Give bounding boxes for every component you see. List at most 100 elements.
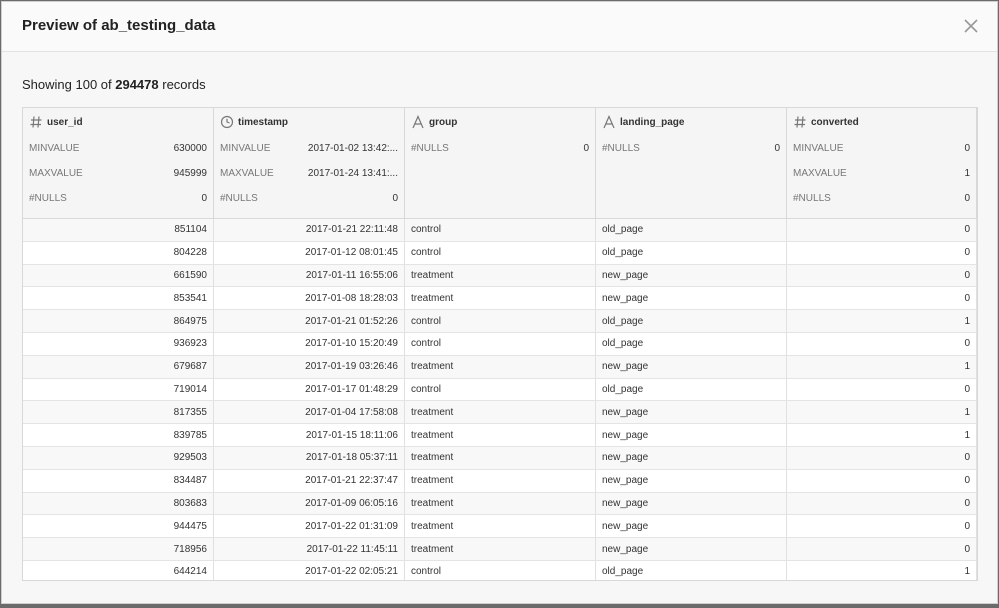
table-cell-landing-page: old_page	[596, 310, 787, 332]
table-cell-user-id: 803683	[23, 492, 214, 515]
stat-value: 2017-01-24 13:41:...	[307, 168, 398, 179]
table-body[interactable]: 851104 2017-01-21 22:11:48 control old_page…	[23, 219, 977, 580]
table-row[interactable]: 944475 2017-01-22 01:31:09 treatment new_pa…	[23, 515, 977, 539]
table-row[interactable]: 936923 2017-01-10 15:20:49 control old_page…	[23, 332, 977, 356]
table-cell-timestamp: 2017-01-19 03:26:46	[214, 355, 405, 378]
stat-label: #NULLS	[793, 193, 831, 204]
table-cell-landing-page: new_page	[596, 492, 787, 515]
table-cell-group: treatment	[405, 446, 596, 469]
table-cell-user-id: 804228	[23, 241, 214, 264]
column-name-label: landing_page	[620, 116, 685, 128]
hash-icon	[29, 115, 47, 129]
column-name-label: group	[429, 116, 458, 128]
stat-label: MAXVALUE	[220, 168, 274, 179]
table-cell-landing-page: old_page	[596, 332, 787, 355]
table-cell-group: control	[405, 560, 596, 580]
table-cell-converted: 0	[787, 446, 977, 469]
table-cell-converted: 0	[787, 538, 977, 560]
column-header-converted[interactable]: converted MINVALUE 0 MAXVALUE 1 #NULLS 0	[787, 108, 977, 218]
table-cell-user-id: 851104	[23, 219, 214, 241]
table-row[interactable]: 929503 2017-01-18 05:37:11 treatment new_pa…	[23, 446, 977, 470]
stat-value: 0	[774, 143, 780, 154]
table-cell-converted: 0	[787, 469, 977, 492]
table-cell-timestamp: 2017-01-11 16:55:06	[214, 264, 405, 287]
table-cell-landing-page: new_page	[596, 424, 787, 446]
table-cell-group: control	[405, 310, 596, 332]
table-row[interactable]: 718956 2017-01-22 11:45:11 treatment new_pa…	[23, 538, 977, 561]
table-row[interactable]: 803683 2017-01-09 06:05:16 treatment new_pa…	[23, 492, 977, 516]
close-icon[interactable]	[961, 16, 981, 36]
column-header-row: user_id MINVALUE 630000 MAXVALUE 945999 #NULL…	[23, 108, 977, 219]
stat-label: #NULLS	[220, 193, 258, 204]
records-summary: Showing 100 of 294478 records	[22, 77, 206, 92]
preview-dialog: Preview of ab_testing_data Showing 100 o…	[1, 1, 998, 604]
table-cell-group: control	[405, 241, 596, 264]
data-preview-table[interactable]: user_id MINVALUE 630000 MAXVALUE 945999 #NULL…	[22, 107, 978, 581]
table-cell-user-id: 944475	[23, 515, 214, 538]
table-cell-group: control	[405, 378, 596, 401]
column-name: timestamp	[214, 108, 404, 136]
column-stat: #NULLS 0	[23, 186, 213, 211]
table-row[interactable]: 839785 2017-01-15 18:11:06 treatment new_pa…	[23, 424, 977, 447]
stat-label: MINVALUE	[220, 143, 271, 154]
column-header-group[interactable]: group #NULLS 0	[405, 108, 596, 218]
table-row[interactable]: 679687 2017-01-19 03:26:46 treatment new_pa…	[23, 355, 977, 379]
table-cell-converted: 0	[787, 241, 977, 264]
table-cell-timestamp: 2017-01-22 02:05:21	[214, 560, 405, 580]
table-cell-converted: 1	[787, 560, 977, 580]
column-name-label: converted	[811, 116, 859, 128]
table-cell-converted: 1	[787, 424, 977, 446]
table-row[interactable]: 661590 2017-01-11 16:55:06 treatment new_pa…	[23, 264, 977, 288]
table-cell-landing-page: old_page	[596, 560, 787, 580]
table-row[interactable]: 644214 2017-01-22 02:05:21 control old_page…	[23, 560, 977, 580]
table-cell-landing-page: old_page	[596, 219, 787, 241]
table-cell-landing-page: new_page	[596, 538, 787, 560]
column-stat: #NULLS 0	[596, 136, 786, 161]
table-cell-timestamp: 2017-01-21 01:52:26	[214, 310, 405, 332]
table-cell-user-id: 839785	[23, 424, 214, 446]
table-cell-user-id: 661590	[23, 264, 214, 287]
column-name: user_id	[23, 108, 213, 136]
table-cell-landing-page: new_page	[596, 401, 787, 424]
column-name-label: timestamp	[238, 116, 289, 128]
stat-label: #NULLS	[411, 143, 449, 154]
summary-total: 294478	[115, 77, 159, 92]
table-cell-converted: 1	[787, 401, 977, 424]
column-stat: #NULLS 0	[405, 136, 595, 161]
table-cell-converted: 0	[787, 332, 977, 355]
table-row[interactable]: 817355 2017-01-04 17:58:08 treatment new_pa…	[23, 401, 977, 425]
column-name: group	[405, 108, 595, 136]
column-stat: #NULLS 0	[214, 186, 404, 211]
stat-value: 2017-01-02 13:42:...	[307, 143, 398, 154]
table-cell-group: treatment	[405, 469, 596, 492]
column-header-timestamp[interactable]: timestamp MINVALUE 2017-01-02 13:42:... MAX…	[214, 108, 405, 218]
table-cell-landing-page: new_page	[596, 287, 787, 310]
table-cell-timestamp: 2017-01-18 05:37:11	[214, 446, 405, 469]
table-row[interactable]: 719014 2017-01-17 01:48:29 control old_page…	[23, 378, 977, 402]
table-cell-user-id: 718956	[23, 538, 214, 560]
stat-label: MAXVALUE	[29, 168, 83, 179]
column-header-user-id[interactable]: user_id MINVALUE 630000 MAXVALUE 945999 #NULL…	[23, 108, 214, 218]
table-row[interactable]: 851104 2017-01-21 22:11:48 control old_page…	[23, 219, 977, 242]
table-row[interactable]: 804228 2017-01-12 08:01:45 control old_page…	[23, 241, 977, 265]
table-cell-group: treatment	[405, 355, 596, 378]
table-cell-timestamp: 2017-01-21 22:11:48	[214, 219, 405, 241]
table-cell-converted: 0	[787, 492, 977, 515]
table-cell-group: control	[405, 219, 596, 241]
text-type-icon	[411, 115, 429, 129]
table-cell-user-id: 929503	[23, 446, 214, 469]
clock-icon	[220, 115, 238, 129]
table-row[interactable]: 864975 2017-01-21 01:52:26 control old_page…	[23, 310, 977, 333]
stat-label: #NULLS	[29, 193, 67, 204]
column-header-landing-page[interactable]: landing_page #NULLS 0	[596, 108, 787, 218]
stat-value: 0	[392, 193, 398, 204]
table-row[interactable]: 853541 2017-01-08 18:28:03 treatment new_pa…	[23, 287, 977, 311]
table-cell-group: treatment	[405, 401, 596, 424]
column-stat: MINVALUE 2017-01-02 13:42:...	[214, 136, 404, 161]
table-row[interactable]: 834487 2017-01-21 22:37:47 treatment new_pa…	[23, 469, 977, 493]
table-cell-landing-page: new_page	[596, 469, 787, 492]
dialog-header: Preview of ab_testing_data	[2, 2, 997, 52]
table-cell-group: treatment	[405, 264, 596, 287]
summary-prefix: Showing 100 of	[22, 77, 116, 92]
table-cell-user-id: 864975	[23, 310, 214, 332]
